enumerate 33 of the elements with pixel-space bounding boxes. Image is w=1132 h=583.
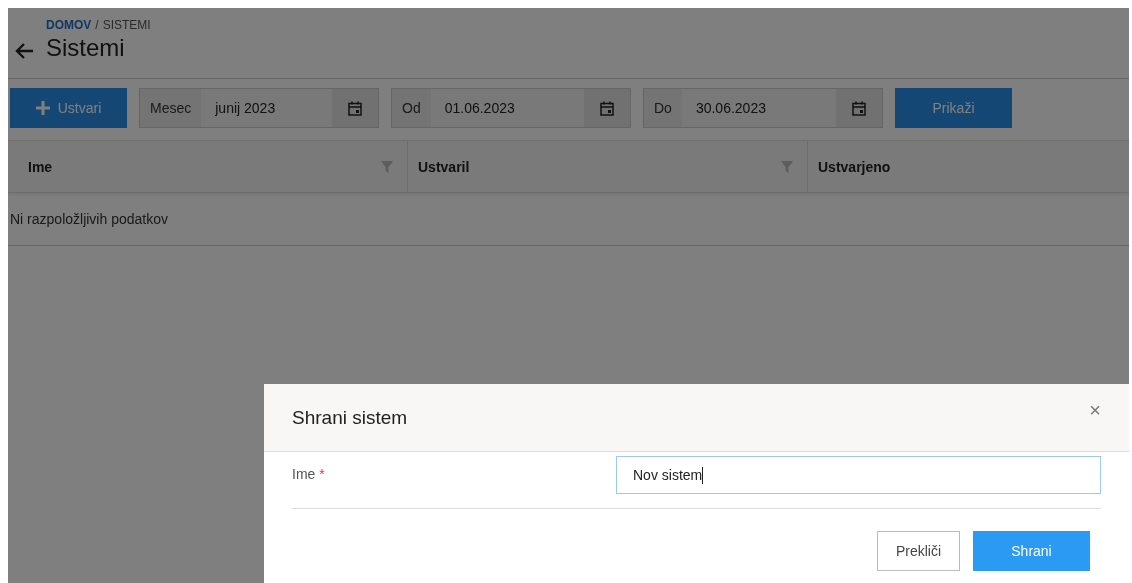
breadcrumb-link[interactable]: DOMOV — [46, 18, 92, 32]
required-mark: * — [319, 466, 325, 482]
column-header[interactable]: Ustvaril — [408, 141, 808, 192]
empty-message: Ni razpoložljivih podatkov — [10, 211, 168, 227]
breadcrumb-item: / — [95, 18, 99, 32]
breadcrumb-item: SISTEMI — [102, 18, 151, 32]
field-value: 30.06.2023 — [681, 89, 836, 127]
column-header[interactable]: Ime — [8, 141, 408, 192]
plus-icon — [35, 101, 50, 115]
back-button[interactable] — [14, 42, 34, 60]
calendar-icon — [348, 100, 362, 116]
date-field[interactable]: Do 30.06.2023 — [643, 88, 883, 128]
column-label: Ustvaril — [418, 158, 470, 175]
date-field[interactable]: Od 01.06.2023 — [391, 88, 631, 128]
arrow-left-icon — [14, 42, 34, 60]
column-label: Ime — [28, 158, 53, 175]
cancel-button[interactable]: Prekliči — [877, 531, 960, 571]
calendar-icon — [600, 100, 614, 116]
close-button[interactable]: × — [1089, 399, 1101, 422]
column-label: Ustvarjeno — [818, 158, 891, 175]
name-input[interactable]: Nov sistem — [616, 456, 1101, 494]
column-header[interactable]: Ustvarjeno — [808, 141, 1129, 192]
date-field[interactable]: Mesec junij 2023 — [139, 88, 379, 128]
field-value: junij 2023 — [201, 89, 332, 127]
show-button[interactable]: Prikaži — [895, 88, 1012, 128]
text-cursor — [702, 466, 704, 484]
create-button[interactable]: Ustvari — [10, 88, 127, 128]
page-title: Sistemi — [46, 34, 126, 62]
field-label: Ime — [292, 466, 316, 482]
save-button[interactable]: Shrani — [973, 531, 1090, 571]
calendar-icon — [852, 100, 866, 116]
dialog-title: Shrani sistem — [292, 406, 408, 429]
field-value: 01.06.2023 — [430, 89, 584, 127]
